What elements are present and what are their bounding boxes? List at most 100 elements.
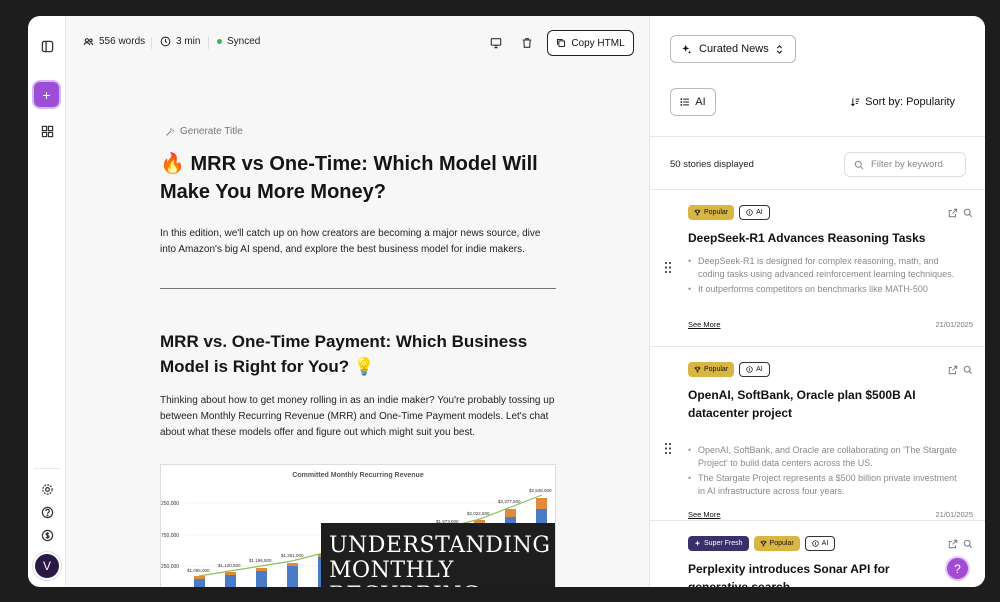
- data-label: $1,196,500: [249, 558, 272, 563]
- badge-label: AI: [756, 366, 763, 373]
- document-title[interactable]: 🔥 MRR vs One-Time: Which Model Will Make…: [160, 150, 556, 206]
- badge-label: AI: [821, 540, 829, 547]
- external-link-icon[interactable]: [948, 365, 958, 375]
- story-actions: [948, 208, 973, 218]
- source-select[interactable]: Curated News: [670, 35, 796, 63]
- rail-divider: [34, 468, 60, 469]
- sparkle-icon: [682, 44, 692, 54]
- badge-label: Super Fresh: [704, 540, 743, 547]
- help-circle-icon[interactable]: [35, 500, 59, 524]
- document-body[interactable]: Generate Title 🔥 MRR vs One-Time: Which …: [160, 126, 556, 587]
- drag-handle-icon[interactable]: [664, 261, 672, 279]
- badge-super-fresh: Super Fresh: [688, 536, 749, 551]
- ai-chip-icon: [746, 209, 753, 216]
- copy-html-button[interactable]: Copy HTML: [547, 30, 634, 56]
- sort-button[interactable]: Sort by: Popularity: [850, 96, 955, 108]
- document-divider: [160, 288, 556, 289]
- ai-chip-icon: [812, 540, 819, 547]
- generate-title-label: Generate Title: [180, 126, 243, 137]
- search-icon[interactable]: [963, 365, 973, 375]
- story-bullet: The Stargate Project represents a $500 b…: [688, 472, 958, 497]
- generate-title-button[interactable]: Generate Title: [165, 126, 556, 137]
- billing-icon[interactable]: [35, 523, 59, 547]
- see-more-link[interactable]: See More: [688, 320, 721, 329]
- see-more-link[interactable]: See More: [688, 510, 721, 519]
- drag-handle-icon[interactable]: [664, 442, 672, 460]
- app-window: + V 556 words 3 min Synced Copy HTML Gen…: [28, 16, 985, 587]
- badge-label: Popular: [704, 209, 729, 216]
- data-label: $1,281,000: [281, 553, 304, 558]
- story-badges: Popular AI: [688, 205, 770, 220]
- toggle-sidebar-icon[interactable]: [35, 34, 59, 58]
- read-time: 3 min: [160, 36, 200, 47]
- chevron-updown-icon: [776, 45, 783, 54]
- tag-filter-button[interactable]: AI: [670, 88, 716, 116]
- badge-label: AI: [756, 209, 763, 216]
- data-label: $2,377,500: [498, 499, 521, 504]
- story-date: 21/01/2025: [935, 320, 973, 329]
- y-tick-label: 250,000: [161, 501, 179, 507]
- editor-toolbar: 556 words 3 min Synced Copy HTML: [66, 16, 649, 72]
- settings-icon[interactable]: [35, 477, 59, 501]
- data-label: $2,022,500: [467, 511, 490, 516]
- user-avatar[interactable]: V: [35, 554, 59, 578]
- help-label: ?: [954, 561, 961, 576]
- sync-status: Synced: [217, 36, 260, 47]
- search-icon[interactable]: [963, 539, 973, 549]
- article-image[interactable]: Committed Monthly Recurring Revenue 250,…: [160, 464, 556, 587]
- badge-popular: Popular: [753, 536, 800, 551]
- ai-chip-icon: [746, 366, 753, 373]
- data-label: $2,548,000: [529, 488, 552, 493]
- badge-ai: AI: [739, 362, 770, 377]
- story-title[interactable]: Perplexity introduces Sonar API for gene…: [688, 560, 950, 587]
- section-paragraph[interactable]: Thinking about how to get money rolling …: [160, 393, 556, 441]
- add-label: +: [42, 86, 51, 103]
- story-title[interactable]: OpenAI, SoftBank, Oracle plan $500B AI d…: [688, 386, 976, 422]
- document-intro[interactable]: In this edition, we'll catch up on how c…: [160, 226, 556, 257]
- image-overlay-text: UNDERSTANDING MONTHLY RECURRING: [321, 523, 555, 587]
- story-card[interactable]: Popular AI DeepSeek-R1 Advances Reasonin…: [650, 189, 985, 346]
- clock-icon: [160, 36, 171, 47]
- trophy-icon: [694, 209, 701, 216]
- keyword-filter-input[interactable]: Filter by keyword: [844, 152, 966, 177]
- toolbar-separator: [208, 37, 209, 49]
- add-button[interactable]: +: [34, 82, 59, 107]
- sync-dot-icon: [217, 39, 222, 44]
- trash-icon[interactable]: [519, 35, 535, 51]
- story-title[interactable]: DeepSeek-R1 Advances Reasoning Tasks: [688, 229, 976, 247]
- users-icon: [83, 38, 94, 46]
- external-link-icon[interactable]: [948, 208, 958, 218]
- story-actions: [948, 539, 973, 549]
- news-panel: Curated News AI Sort by: Popularity 50 s…: [649, 16, 985, 587]
- story-count: 50 stories displayed: [670, 159, 754, 170]
- sort-icon: [851, 98, 860, 107]
- magic-wand-icon: [166, 127, 175, 136]
- badge-ai: AI: [739, 205, 770, 220]
- story-date: 21/01/2025: [935, 510, 973, 519]
- story-badges: Popular AI: [688, 362, 770, 377]
- sparkle-icon: [694, 540, 701, 546]
- word-count: 556 words: [83, 36, 145, 47]
- story-card[interactable]: Popular AI OpenAI, SoftBank, Oracle plan…: [650, 346, 985, 520]
- story-card[interactable]: Super Fresh Popular AI Perplexity introd…: [650, 520, 985, 587]
- badge-popular: Popular: [688, 362, 735, 377]
- trophy-icon: [694, 366, 701, 373]
- data-label: $1,055,000: [187, 568, 210, 573]
- story-bullet: DeepSeek-R1 is designed for complex reas…: [688, 255, 958, 280]
- copy-icon: [557, 38, 566, 48]
- desktop-preview-icon[interactable]: [488, 35, 504, 51]
- section-heading[interactable]: MRR vs. One-Time Payment: Which Business…: [160, 329, 556, 379]
- grid-icon[interactable]: [35, 119, 59, 143]
- badge-popular: Popular: [688, 205, 735, 220]
- trophy-icon: [760, 540, 766, 547]
- help-button[interactable]: ?: [947, 558, 968, 579]
- search-icon[interactable]: [963, 208, 973, 218]
- external-link-icon[interactable]: [948, 539, 958, 549]
- story-bullets: DeepSeek-R1 is designed for complex reas…: [688, 255, 958, 299]
- story-bullet: OpenAI, SoftBank, and Oracle are collabo…: [688, 444, 958, 469]
- data-label: $1,120,500: [218, 563, 241, 568]
- sync-status-text: Synced: [227, 36, 261, 47]
- toolbar-separator: [151, 37, 152, 49]
- word-count-text: 556 words: [99, 36, 146, 47]
- avatar-initial: V: [42, 559, 51, 573]
